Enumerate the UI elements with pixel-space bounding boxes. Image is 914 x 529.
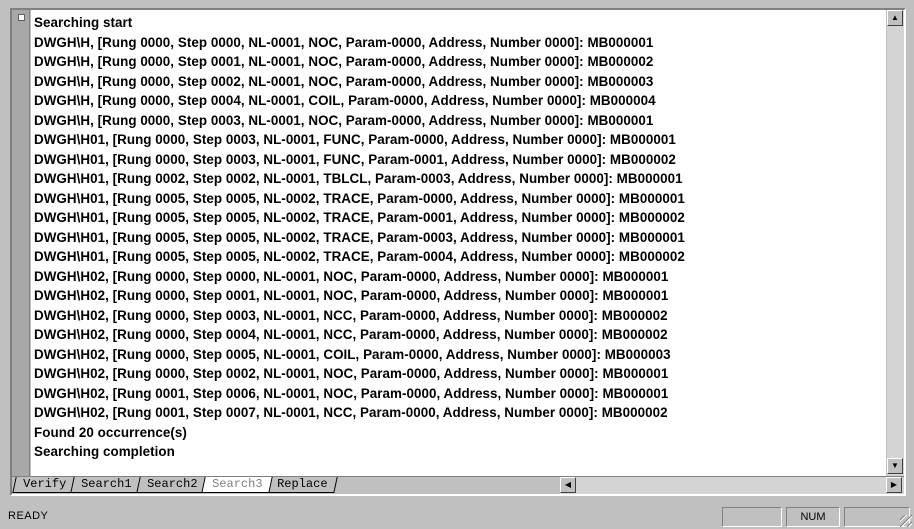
output-pane: Searching start DWGH\H, [Rung 0000, Step …	[10, 8, 906, 496]
tab-label: Search2	[146, 477, 198, 491]
output-line: DWGH\H02, [Rung 0000, Step 0003, NL-0001…	[34, 307, 668, 323]
output-line: DWGH\H, [Rung 0000, Step 0004, NL-0001, …	[34, 93, 656, 108]
output-line: DWGH\H02, [Rung 0001, Step 0006, NL-0001…	[34, 385, 669, 401]
output-line: DWGH\H02, [Rung 0000, Step 0005, NL-0001…	[34, 346, 671, 362]
tab-search3[interactable]: Search3	[201, 477, 274, 493]
status-panel-empty	[722, 507, 782, 527]
resize-grip-icon[interactable]	[900, 515, 912, 527]
output-line: DWGH\H01, [Rung 0005, Step 0005, NL-0002…	[34, 190, 685, 206]
output-line: Searching completion	[34, 444, 175, 459]
tab-label: Replace	[277, 477, 329, 491]
tab-label: Search1	[81, 477, 132, 491]
output-line: DWGH\H, [Rung 0000, Step 0000, NL-0001, …	[34, 34, 654, 50]
output-line: DWGH\H01, [Rung 0000, Step 0003, NL-0001…	[34, 132, 676, 147]
output-line: DWGH\H, [Rung 0000, Step 0002, NL-0001, …	[34, 73, 654, 89]
output-line: DWGH\H, [Rung 0000, Step 0001, NL-0001, …	[34, 54, 654, 69]
output-line: Searching start	[34, 15, 133, 30]
pane-left-margin	[12, 10, 30, 476]
horizontal-scrollbar[interactable]: ◀ ▶	[560, 477, 904, 494]
output-tabs: Verify Search1 Search2 Search3 Replace	[12, 477, 339, 494]
tab-label: Search3	[212, 477, 263, 491]
scroll-down-icon[interactable]: ▼	[887, 458, 903, 474]
pane-marker-icon	[18, 14, 25, 21]
status-num-indicator: NUM	[786, 507, 840, 527]
output-line: DWGH\H01, [Rung 0005, Step 0005, NL-0002…	[34, 210, 685, 225]
tab-and-scroll-bar: Verify Search1 Search2 Search3 Replace ◀ ▶	[12, 476, 904, 494]
scroll-left-icon[interactable]: ◀	[560, 477, 576, 493]
output-line: DWGH\H01, [Rung 0000, Step 0003, NL-0001…	[34, 151, 676, 167]
output-line: DWGH\H, [Rung 0000, Step 0003, NL-0001, …	[34, 112, 654, 128]
output-line: Found 20 occurrence(s)	[34, 424, 187, 440]
tab-search1[interactable]: Search1	[70, 477, 143, 493]
output-window: Searching start DWGH\H, [Rung 0000, Step …	[0, 0, 914, 529]
tab-search2[interactable]: Search2	[135, 477, 208, 493]
output-line: DWGH\H02, [Rung 0000, Step 0002, NL-0001…	[34, 366, 669, 381]
search-output-text[interactable]: Searching start DWGH\H, [Rung 0000, Step …	[31, 10, 886, 476]
tab-verify[interactable]: Verify	[12, 477, 77, 493]
output-line: DWGH\H01, [Rung 0005, Step 0005, NL-0002…	[34, 229, 685, 245]
output-line: DWGH\H02, [Rung 0000, Step 0001, NL-0001…	[34, 288, 669, 303]
output-line: DWGH\H01, [Rung 0005, Step 0005, NL-0002…	[34, 249, 685, 264]
scroll-up-icon[interactable]: ▲	[887, 10, 903, 26]
output-line: DWGH\H02, [Rung 0001, Step 0007, NL-0001…	[34, 405, 668, 420]
tab-label: Verify	[23, 477, 67, 491]
status-bar: READY NUM	[0, 504, 914, 529]
output-line: DWGH\H02, [Rung 0000, Step 0000, NL-0001…	[34, 268, 669, 284]
output-line: DWGH\H02, [Rung 0000, Step 0004, NL-0001…	[34, 327, 668, 342]
vertical-scrollbar[interactable]: ▲ ▼	[886, 10, 904, 476]
status-text: READY	[8, 510, 49, 522]
tab-replace[interactable]: Replace	[266, 477, 339, 493]
scroll-right-icon[interactable]: ▶	[886, 477, 902, 493]
output-line: DWGH\H01, [Rung 0002, Step 0002, NL-0001…	[34, 171, 683, 186]
